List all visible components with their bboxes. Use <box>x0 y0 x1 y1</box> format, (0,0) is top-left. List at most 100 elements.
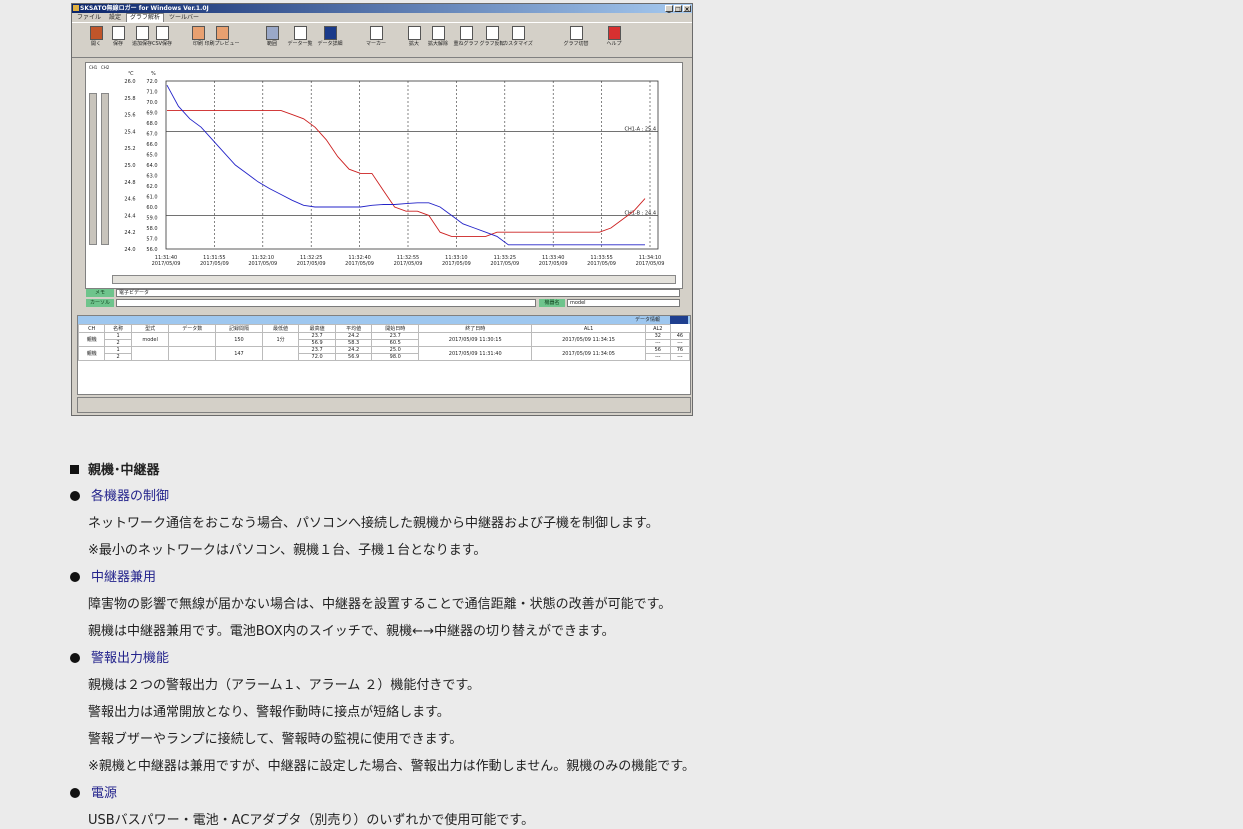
menu-settings[interactable]: 設定 <box>106 13 124 22</box>
y2-tick-label: 60.0 <box>146 205 157 211</box>
toolbar-help-button[interactable]: ヘルプ <box>600 26 628 54</box>
toolbar-data-list-button[interactable]: データ一覧 <box>286 26 314 54</box>
table-row[interactable]: 親機 1 147 23.7 24.2 25.0 2017/05/09 11:31:40 201… <box>77 346 691 361</box>
round-bullet-icon <box>70 572 80 582</box>
y2-tick-label: 69.0 <box>146 111 157 117</box>
y1-tick-label: 24.6 <box>124 197 135 203</box>
memo-label: メモ <box>86 289 114 297</box>
x-tick-date: 2017/05/09 <box>152 261 181 267</box>
table-cell: 24.2 <box>334 346 373 354</box>
cursor-label: カーソル <box>86 299 114 307</box>
bullet-heading: 各機器の制御 <box>70 485 169 504</box>
data-list-icon <box>293 26 307 40</box>
x-tick-date: 2017/05/09 <box>248 261 277 267</box>
y1-tick-label: 25.4 <box>124 129 135 135</box>
bullet-heading-text: 電源 <box>91 786 118 801</box>
table-cell <box>168 332 217 347</box>
bullet-heading: 中継器兼用 <box>70 566 156 585</box>
toolbar-data-detail-button[interactable]: データ詳細 <box>316 26 344 54</box>
print-icon <box>191 26 205 40</box>
table-cell: 25.0 <box>371 346 420 354</box>
toolbar-print-preview-button[interactable]: 印刷プレビュー <box>205 26 240 54</box>
menu-file[interactable]: ファイル <box>74 13 104 22</box>
help-icon <box>607 26 621 40</box>
menu-graph-analysis[interactable]: グラフ解析 <box>126 13 165 22</box>
toolbar-label: 印刷プレビュー <box>204 41 240 47</box>
append-save-icon <box>135 26 149 40</box>
bullet-heading-text: 警報出力機能 <box>91 651 170 666</box>
table-cell: 58.3 <box>334 339 373 347</box>
round-bullet-icon <box>70 788 80 798</box>
y2-tick-label: 58.0 <box>146 226 157 232</box>
minimize-button[interactable]: _ <box>665 5 673 13</box>
y1-tick-label: 25.6 <box>124 113 135 119</box>
paragraph: ※親機と中継器は兼用ですが、中継器に設定した場合、警報出力は作動しません。親機の… <box>88 759 695 774</box>
table-cell <box>130 346 170 361</box>
paragraph: 障害物の影響で無線が届かない場合は、中継器を設置することで通信距離・状態の改善が… <box>88 597 672 612</box>
bullet-heading-text: 各機器の制御 <box>91 489 170 504</box>
table-cell: 1分 <box>261 332 300 347</box>
toolbar-label: 保存 <box>112 41 123 47</box>
table-row[interactable]: 親機 1 model 150 1分 23.7 24.2 23.7 2017/05/09 11:3… <box>77 332 691 347</box>
close-button[interactable]: × <box>683 5 691 13</box>
section-heading-text: 親機･中継器 <box>88 463 160 478</box>
toolbar-label: グラフ反転 <box>479 41 505 47</box>
device-select[interactable]: model <box>567 299 680 307</box>
table-cell: 2017/05/09 11:34:05 <box>531 346 646 361</box>
table-cell: 2 <box>104 353 132 361</box>
x-tick-date: 2017/05/09 <box>587 261 616 267</box>
toolbar-graph-switch-button[interactable]: グラフ切替 <box>562 26 590 54</box>
reference-line-label: CH1-A : 25.4 <box>624 126 656 132</box>
data-info-toggle[interactable] <box>670 316 688 324</box>
table-header-cell: AL1 <box>531 324 646 333</box>
toolbar-overlay-graph-button[interactable]: 重ねグラフ <box>452 26 480 54</box>
bullet-heading: 電源 <box>70 782 117 801</box>
table-cell: --- <box>644 339 671 347</box>
table-cell: 32 <box>644 332 671 340</box>
window-title: SKSATO無線ロガー for Windows Ver.1.0J <box>80 5 209 12</box>
table-cell: 2017/05/09 11:30:15 <box>418 332 533 347</box>
table-cell: 2 <box>104 339 132 347</box>
paragraph: USBバスパワー・電池・ACアダプタ（別売り）のいずれかで使用可能です。 <box>88 813 535 828</box>
y1-tick-label: 24.0 <box>124 247 135 253</box>
toolbar-customize-button[interactable]: カスタマイズ <box>503 26 533 54</box>
window-titlebar: SKSATO無線ロガー for Windows Ver.1.0J _ □ × <box>72 4 692 13</box>
table-cell: 1 <box>104 332 132 340</box>
table-cell: 60.5 <box>371 339 420 347</box>
maximize-button[interactable]: □ <box>674 5 682 13</box>
table-header-cell: AL2 <box>644 324 671 333</box>
toolbar-csv-save-button[interactable]: CSV保存 <box>148 26 176 54</box>
menu-toolbar[interactable]: ツールバー <box>166 13 202 22</box>
cursor-field[interactable] <box>116 299 536 307</box>
toolbar-label: データ詳細 <box>317 41 343 47</box>
reference-line-label: CH1-B : 24.4 <box>625 210 656 216</box>
table-header-cell: 平均値 <box>334 324 373 333</box>
toolbar-marker-button[interactable]: マーカー <box>362 26 390 54</box>
paragraph: ※最小のネットワークはパソコン、親機１台、子機１台となります。 <box>88 543 487 558</box>
memo-field[interactable]: 電子ビデータ <box>116 289 680 297</box>
table-cell: --- <box>669 353 691 361</box>
table-cell: 2017/05/09 11:34:15 <box>531 332 646 347</box>
toolbar-zoom-reset-button[interactable]: 拡大解除 <box>424 26 452 54</box>
y2-tick-label: 61.0 <box>146 195 157 201</box>
x-tick-date: 2017/05/09 <box>539 261 568 267</box>
table-header-cell: 記録間隔 <box>215 324 263 333</box>
table-header-cell: 開始日時 <box>371 324 420 333</box>
table-cell: 56 <box>644 346 671 354</box>
app-icon <box>73 5 79 11</box>
table-cell: 親機 <box>77 332 106 347</box>
table-cell: 56.9 <box>298 339 336 347</box>
table-cell: 98.0 <box>371 353 420 361</box>
toolbar: 開く 保存 追加保存 CSV保存 印刷 印刷プレビュー 範囲 データ一覧 データ詳細 マーカー 拡大… <box>72 22 692 58</box>
y2-tick-label: 64.0 <box>146 163 157 169</box>
toolbar-label: 重ねグラフ <box>453 41 479 47</box>
zoom-reset-icon <box>431 26 445 40</box>
x-tick-date: 2017/05/09 <box>297 261 326 267</box>
toolbar-graph-invert-button[interactable]: グラフ反転 <box>478 26 506 54</box>
y2-tick-label: 67.0 <box>146 132 157 138</box>
paragraph: ネットワーク通信をおこなう場合、パソコンへ接続した親機から中継器および子機を制御… <box>88 516 659 531</box>
graph-horizontal-scrollbar[interactable] <box>112 275 676 284</box>
toolbar-range-button[interactable]: 範囲 <box>258 26 286 54</box>
csv-save-icon <box>155 26 169 40</box>
graph-invert-icon <box>485 26 499 40</box>
